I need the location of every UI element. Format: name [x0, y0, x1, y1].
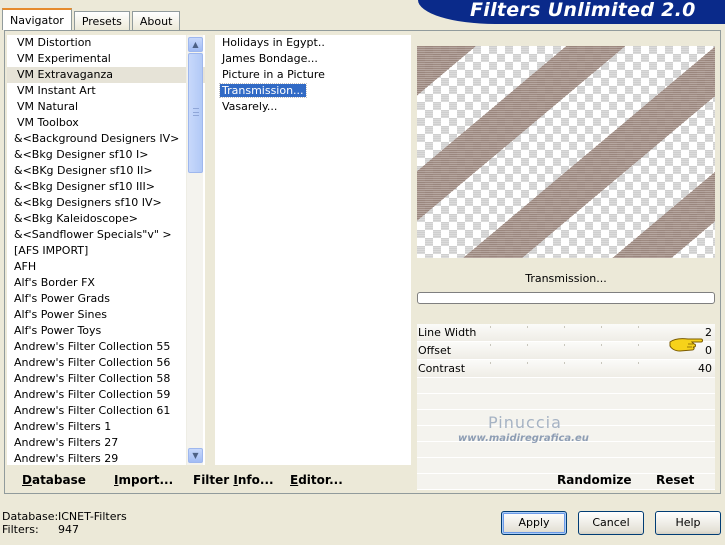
category-item[interactable]: &<Bkg Kaleidoscope>	[7, 211, 205, 227]
category-item[interactable]: [AFS IMPORT]	[7, 243, 205, 259]
effect-item-label: Transmission...	[219, 83, 307, 98]
category-item[interactable]: Andrew's Filters 29	[7, 451, 205, 465]
database-button[interactable]: Database	[22, 473, 86, 487]
label-part: nfo...	[237, 473, 274, 487]
effect-item[interactable]: Vasarely...	[215, 99, 411, 115]
category-item[interactable]: Alf's Power Grads	[7, 291, 205, 307]
app-banner-title: Filters Unlimited 2.0	[418, 0, 725, 24]
database-label: Database:	[2, 510, 59, 523]
progress-bar	[417, 292, 715, 304]
import-button[interactable]: Import...	[114, 473, 173, 487]
apply-button[interactable]: Apply	[501, 511, 567, 535]
category-item[interactable]: &<Sandflower Specials"v" >	[7, 227, 205, 243]
effect-item[interactable]: James Bondage...	[215, 51, 411, 67]
category-item[interactable]: &<Bkg Designer sf10 III>	[7, 179, 205, 195]
label-accel: E	[290, 473, 299, 487]
category-item[interactable]: VM Instant Art	[7, 83, 205, 99]
effect-item[interactable]: Picture in a Picture	[215, 67, 411, 83]
category-item[interactable]: AFH	[7, 259, 205, 275]
tab-strip: Navigator Presets About	[2, 8, 182, 30]
category-item[interactable]: VM Extravaganza	[7, 67, 205, 83]
param-empty-row	[417, 378, 715, 394]
tab-presets[interactable]: Presets	[73, 11, 130, 30]
param-slider-ticks	[490, 362, 640, 364]
label-part: mport...	[118, 473, 174, 487]
randomize-button[interactable]: Randomize	[557, 473, 631, 487]
category-item[interactable]: Andrew's Filter Collection 56	[7, 355, 205, 371]
category-item[interactable]: &<Bkg Designer sf10 I>	[7, 147, 205, 163]
category-item[interactable]: Andrew's Filters 27	[7, 435, 205, 451]
effect-item-label: Vasarely...	[222, 100, 278, 113]
category-item[interactable]: VM Experimental	[7, 51, 205, 67]
param-label: Line Width	[418, 326, 477, 339]
param-contrast[interactable]: Contrast 40	[417, 360, 715, 378]
param-empty-row	[417, 442, 715, 458]
effect-item[interactable]: Holidays in Egypt..	[215, 35, 411, 51]
category-item[interactable]: VM Distortion	[7, 35, 205, 51]
effect-item-label: Picture in a Picture	[222, 68, 325, 81]
help-button[interactable]: Help	[655, 511, 721, 535]
param-slider-ticks	[490, 326, 640, 328]
database-info: Database: ICNET-Filters Filters: 947	[2, 510, 127, 536]
param-value: 40	[698, 362, 712, 375]
param-empty-row	[417, 410, 715, 426]
filter-info-button[interactable]: Filter Info...	[193, 473, 274, 487]
reset-button[interactable]: Reset	[656, 473, 694, 487]
category-item[interactable]: Alf's Power Toys	[7, 323, 205, 339]
preview-scanlines	[417, 46, 715, 258]
watermark-name: Pinuccia	[488, 413, 562, 432]
scroll-down-icon[interactable]: ▼	[188, 448, 203, 463]
param-value: 0	[705, 344, 712, 357]
effect-preview	[417, 46, 715, 258]
param-label: Offset	[418, 344, 452, 357]
category-scrollbar[interactable]: ▲ ▼	[186, 35, 203, 465]
category-item[interactable]: Andrew's Filters 1	[7, 419, 205, 435]
editor-button[interactable]: Editor...	[290, 473, 343, 487]
category-item[interactable]: Andrew's Filter Collection 59	[7, 387, 205, 403]
filters-count: 947	[58, 523, 79, 536]
category-item[interactable]: Alf's Power Sines	[7, 307, 205, 323]
param-value: 2	[705, 326, 712, 339]
param-slider-ticks	[490, 344, 640, 346]
scrollbar-thumb[interactable]	[188, 53, 203, 173]
selected-effect-name: Transmission...	[525, 272, 607, 285]
list-splitter[interactable]	[205, 35, 215, 465]
tab-about[interactable]: About	[131, 11, 181, 30]
cancel-button[interactable]: Cancel	[578, 511, 644, 535]
panel-toolbar: Database Import... Filter Info... Editor…	[6, 467, 719, 493]
scroll-up-icon[interactable]: ▲	[188, 37, 203, 52]
category-item[interactable]: Andrew's Filter Collection 55	[7, 339, 205, 355]
label-part: atabase	[31, 473, 86, 487]
tab-navigator[interactable]: Navigator	[2, 8, 72, 30]
category-item[interactable]: &<Background Designers IV>	[7, 131, 205, 147]
effect-item[interactable]: Transmission...	[215, 83, 411, 99]
category-item[interactable]: VM Toolbox	[7, 115, 205, 131]
category-item[interactable]: &<BKg Designer sf10 II>	[7, 163, 205, 179]
filters-label: Filters:	[2, 523, 39, 536]
category-item[interactable]: Alf's Border FX	[7, 275, 205, 291]
param-empty-row	[417, 394, 715, 410]
label-part: Filter	[193, 473, 234, 487]
filter-category-list[interactable]: VM Distortion VM Experimental VM Extravaga…	[7, 35, 205, 465]
database-value: ICNET-Filters	[58, 510, 127, 523]
label-part: ditor...	[298, 473, 343, 487]
effect-item-label: James Bondage...	[222, 52, 318, 65]
category-item[interactable]: &<Bkg Designers sf10 IV>	[7, 195, 205, 211]
category-item[interactable]: VM Natural	[7, 99, 205, 115]
filter-effect-list[interactable]: Holidays in Egypt.. James Bondage... Pictu…	[215, 35, 411, 465]
label-accel: D	[22, 473, 32, 487]
hand-pointer-icon	[669, 338, 703, 352]
category-item[interactable]: Andrew's Filter Collection 58	[7, 371, 205, 387]
category-item[interactable]: Andrew's Filter Collection 61	[7, 403, 205, 419]
effect-item-label: Holidays in Egypt..	[222, 36, 325, 49]
watermark-url: www.maidiregrafica.eu	[458, 433, 589, 444]
param-label: Contrast	[418, 362, 466, 375]
